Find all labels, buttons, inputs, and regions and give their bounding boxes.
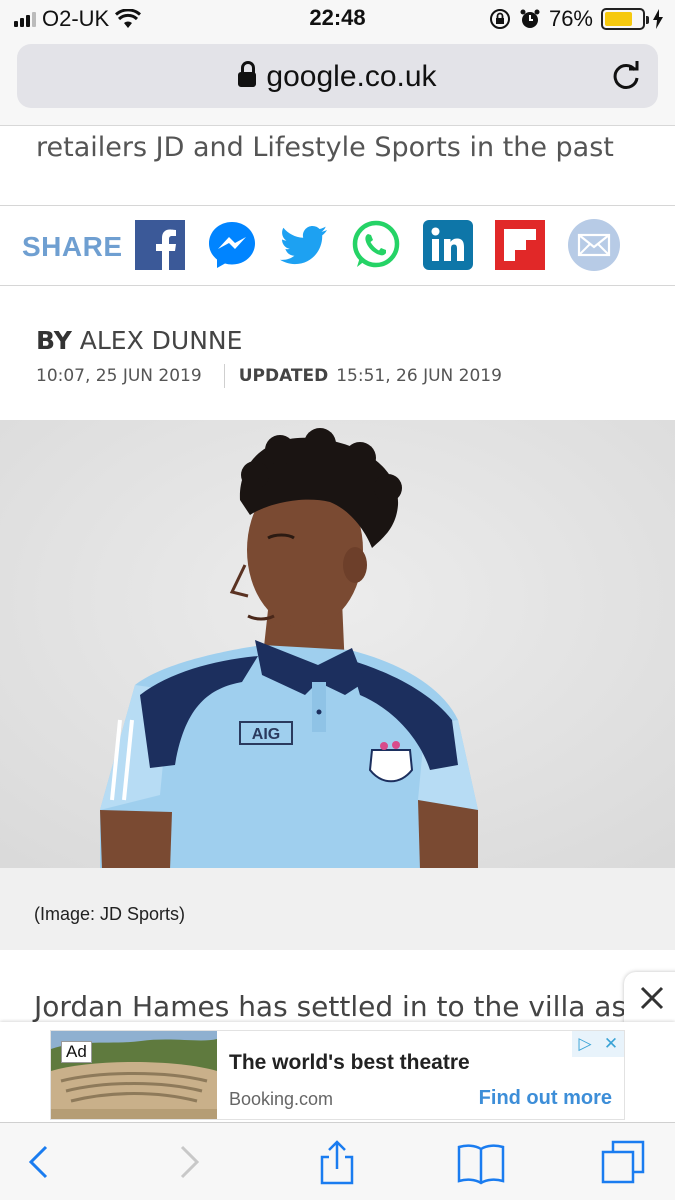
bookmarks-icon[interactable] <box>456 1139 506 1185</box>
address-bar[interactable]: google.co.uk <box>17 44 658 108</box>
messenger-icon[interactable] <box>207 220 257 270</box>
address-text-group[interactable]: google.co.uk <box>17 60 658 94</box>
email-icon[interactable] <box>567 218 621 272</box>
status-bar: O2-UK 22:48 76% <box>0 0 675 38</box>
alarm-icon <box>520 9 540 28</box>
published-date: 10:07, 25 JUN 2019 <box>36 366 202 386</box>
share-label: SHARE <box>22 231 123 262</box>
byline-prefix: BY <box>36 326 72 355</box>
author-name[interactable]: ALEX DUNNE <box>80 326 243 355</box>
share-row: SHARE <box>0 205 675 285</box>
charging-icon <box>653 9 663 29</box>
forward-icon[interactable] <box>166 1139 212 1185</box>
rotation-lock-icon <box>489 9 510 29</box>
svg-text:AIG: AIG <box>252 726 280 743</box>
ad-cta-link[interactable]: Find out more <box>479 1087 612 1110</box>
ad-choices-icon[interactable]: ▷ <box>572 1031 598 1057</box>
divider <box>0 285 675 286</box>
url-domain: google.co.uk <box>266 60 437 93</box>
updated-date: 15:51, 26 JUN 2019 <box>336 366 502 386</box>
photo-illustration: AIG <box>0 420 675 870</box>
back-icon[interactable] <box>16 1139 62 1185</box>
ad-choices[interactable]: ▷ ✕ <box>572 1031 624 1057</box>
article-photo: AIG <box>0 420 675 870</box>
photo-caption: (Image: JD Sports) <box>34 904 186 924</box>
updated-label: UPDATED <box>238 366 329 386</box>
ad-source: Booking.com <box>229 1089 334 1109</box>
reload-icon[interactable] <box>608 58 644 94</box>
ad-card[interactable]: Ad The world's best theatre Booking.com … <box>50 1030 625 1120</box>
status-indicators: 76% <box>489 6 663 32</box>
close-icon[interactable] <box>638 984 666 1012</box>
battery-percent: 76% <box>548 6 593 31</box>
share-icon[interactable] <box>314 1139 360 1185</box>
ad-close-small-icon[interactable]: ✕ <box>598 1031 624 1057</box>
flipboard-icon[interactable] <box>495 220 545 270</box>
ad-title[interactable]: The world's best theatre <box>229 1051 470 1075</box>
linkedin-icon[interactable] <box>423 220 473 270</box>
whatsapp-icon[interactable] <box>351 220 401 270</box>
date-separator <box>223 364 225 388</box>
caption-band: (Image: JD Sports) <box>0 868 675 950</box>
battery-icon <box>601 8 649 30</box>
browser-toolbar <box>0 1122 675 1200</box>
twitter-icon[interactable] <box>279 220 329 270</box>
ad-banner[interactable]: Ad The world's best theatre Booking.com … <box>0 1022 675 1122</box>
tabs-icon[interactable] <box>600 1139 646 1185</box>
article-paragraph: Jordan Hames has settled in to the villa… <box>34 990 653 1023</box>
byline: BY ALEX DUNNE <box>36 326 242 355</box>
facebook-icon[interactable] <box>135 220 185 270</box>
article-dates: 10:07, 25 JUN 2019 UPDATED 15:51, 26 JUN… <box>36 364 502 388</box>
browser-address-area: google.co.uk <box>0 38 675 126</box>
ad-tag: Ad <box>61 1041 92 1063</box>
lock-icon <box>238 61 257 87</box>
article-snippet: retailers JD and Lifestyle Sports in the… <box>36 132 614 163</box>
ad-close-button[interactable] <box>624 972 675 1024</box>
